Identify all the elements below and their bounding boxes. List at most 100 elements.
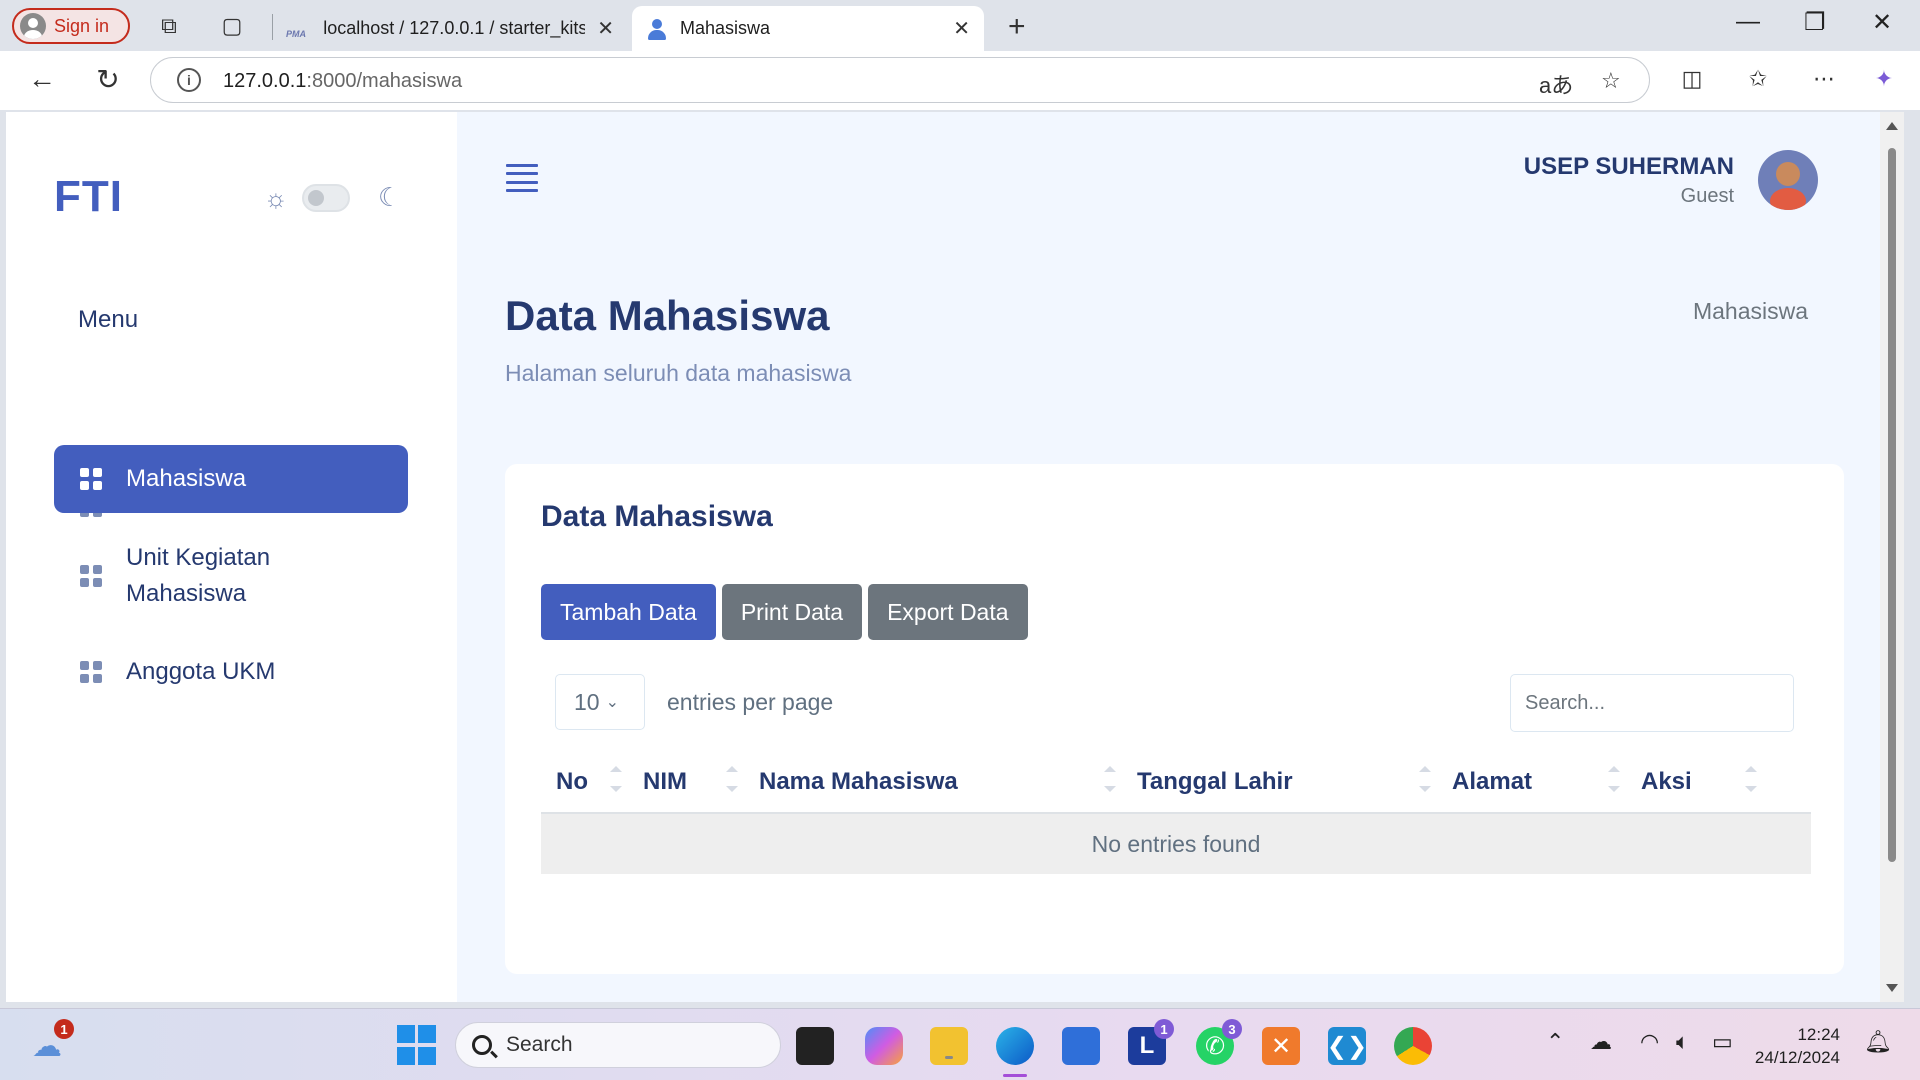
chrome-icon[interactable] bbox=[1394, 1027, 1432, 1065]
sign-in-button[interactable]: Sign in bbox=[12, 8, 130, 44]
translate-icon[interactable]: aあ bbox=[1539, 68, 1573, 100]
microsoft-store-icon[interactable] bbox=[1062, 1027, 1100, 1065]
datatable-length: 10 ⌄ entries per page bbox=[555, 674, 833, 730]
sort-icon bbox=[1745, 766, 1757, 792]
favorites-icon[interactable]: ✩ bbox=[1744, 65, 1772, 93]
taskbar-search-label: Search bbox=[506, 1033, 573, 1056]
close-window-icon[interactable]: ✕ bbox=[1872, 8, 1892, 37]
page-scrollbar[interactable] bbox=[1880, 112, 1904, 1002]
user-info: USEP SUHERMAN Guest bbox=[1524, 153, 1734, 208]
restore-icon[interactable]: ❐ bbox=[1804, 8, 1826, 37]
sort-icon bbox=[1608, 766, 1620, 792]
task-view-icon[interactable] bbox=[796, 1027, 834, 1065]
chevron-down-icon: ⌄ bbox=[605, 694, 619, 711]
vscode-icon[interactable]: ❮❯ bbox=[1327, 1027, 1367, 1065]
sort-icon bbox=[726, 766, 738, 792]
page-title: Data Mahasiswa bbox=[505, 292, 830, 339]
taskbar-search[interactable]: Search bbox=[455, 1022, 781, 1068]
back-arrow-icon[interactable]: ← bbox=[28, 63, 56, 94]
column-header-aksi[interactable]: Aksi bbox=[1626, 752, 1763, 812]
hamburger-menu-icon[interactable] bbox=[506, 164, 538, 192]
sign-in-label: Sign in bbox=[54, 15, 110, 36]
weather-icon[interactable]: ☁ 1 bbox=[28, 1019, 74, 1065]
close-tab-icon[interactable]: ✕ bbox=[953, 16, 970, 41]
column-header-tanggal-lahir[interactable]: Tanggal Lahir bbox=[1122, 752, 1437, 812]
add-data-button[interactable]: Tambah Data bbox=[541, 584, 716, 640]
copilot-app-icon[interactable] bbox=[865, 1027, 903, 1065]
scrollbar-thumb[interactable] bbox=[1888, 148, 1896, 862]
notification-badge: 1 bbox=[1154, 1019, 1174, 1039]
per-page-select[interactable]: 10 ⌄ bbox=[555, 674, 645, 730]
column-header-nim[interactable]: NIM bbox=[628, 752, 744, 812]
search-input[interactable] bbox=[1510, 674, 1794, 732]
new-tab-icon[interactable]: + bbox=[1008, 10, 1026, 44]
tab-actions-icon[interactable]: ▢ bbox=[218, 12, 246, 40]
favorite-star-icon[interactable]: ☆ bbox=[1601, 68, 1621, 94]
per-page-value: 10 bbox=[574, 688, 600, 715]
sun-icon: ☼ bbox=[264, 182, 288, 213]
clock-date: 24/12/2024 bbox=[1754, 1048, 1840, 1067]
url-text[interactable]: 127.0.0.1:8000/mahasiswa bbox=[223, 70, 462, 93]
windows-start-icon[interactable] bbox=[396, 1025, 436, 1065]
whatsapp-icon[interactable]: ✆ 3 bbox=[1196, 1019, 1242, 1065]
action-buttons: Tambah Data Print Data Export Data bbox=[541, 584, 1028, 640]
app-logo[interactable]: FTI bbox=[54, 172, 123, 222]
sort-icon bbox=[1104, 766, 1116, 792]
avatar[interactable] bbox=[1758, 150, 1818, 210]
sort-icon bbox=[1419, 766, 1431, 792]
notification-badge: 1 bbox=[54, 1019, 74, 1039]
empty-table-row: No entries found bbox=[541, 814, 1811, 874]
taskbar: ☁ 1 Search L 1 ✆ 3 ✕ ❮❯ ⌃ ☁ ◠ 🔈︎ ▭ 12:24… bbox=[0, 1008, 1920, 1080]
more-options-icon[interactable]: ⋯ bbox=[1810, 65, 1838, 93]
column-header-nama[interactable]: Nama Mahasiswa bbox=[744, 752, 1122, 812]
table-header: No NIM Nama Mahasiswa Tanggal Lahir Alam… bbox=[541, 752, 1811, 814]
wifi-icon[interactable]: ◠ bbox=[1640, 1029, 1659, 1055]
column-header-alamat[interactable]: Alamat bbox=[1437, 752, 1626, 812]
card-title: Data Mahasiswa bbox=[541, 500, 773, 533]
edge-browser-icon[interactable] bbox=[996, 1027, 1034, 1077]
students-table: No NIM Nama Mahasiswa Tanggal Lahir Alam… bbox=[541, 752, 1811, 874]
sidebar-item-label: Mahasiswa bbox=[126, 465, 247, 492]
tab-title: Mahasiswa bbox=[680, 18, 771, 38]
xampp-icon[interactable]: ✕ bbox=[1262, 1027, 1300, 1065]
url-field[interactable]: i 127.0.0.1:8000/mahasiswa aあ ☆ bbox=[150, 57, 1650, 103]
show-hidden-icons-icon[interactable]: ⌃ bbox=[1546, 1029, 1564, 1055]
battery-icon[interactable]: ▭ bbox=[1712, 1029, 1733, 1055]
close-tab-icon[interactable]: ✕ bbox=[597, 16, 614, 41]
site-info-icon[interactable]: i bbox=[177, 68, 201, 92]
user-icon bbox=[646, 18, 668, 40]
menu-title: Menu bbox=[78, 306, 139, 333]
file-explorer-icon[interactable] bbox=[930, 1027, 968, 1065]
workspaces-icon[interactable]: ⧉ bbox=[155, 12, 183, 40]
phpmyadmin-icon: PMA bbox=[286, 28, 306, 39]
page-subtitle: Halaman seluruh data mahasiswa bbox=[505, 360, 852, 386]
clock-time: 12:24 bbox=[1797, 1025, 1840, 1044]
sidebar-item-ukm[interactable]: Unit Kegiatan Mahasiswa bbox=[54, 530, 408, 622]
user-menu[interactable]: USEP SUHERMAN Guest bbox=[1524, 150, 1818, 210]
split-screen-icon[interactable]: ◫ bbox=[1678, 65, 1706, 93]
onedrive-icon[interactable]: ☁ bbox=[1590, 1029, 1612, 1055]
tab-mahasiswa[interactable]: Mahasiswa ✕ bbox=[632, 6, 984, 51]
column-header-no[interactable]: No bbox=[541, 752, 628, 812]
l-app-icon[interactable]: L 1 bbox=[1128, 1019, 1174, 1065]
per-page-label: entries per page bbox=[667, 688, 834, 715]
taskbar-clock[interactable]: 12:24 24/12/2024 bbox=[1755, 1023, 1840, 1069]
volume-icon[interactable]: 🔈︎ bbox=[1676, 1029, 1689, 1055]
user-name: USEP SUHERMAN bbox=[1523, 152, 1734, 180]
sidebar-item-anggota-ukm[interactable]: Anggota UKM bbox=[54, 636, 408, 708]
web-page: FTI ☼ ☾ Menu Home Mahasiswa Unit Kegiata… bbox=[6, 112, 1880, 1002]
export-data-button[interactable]: Export Data bbox=[868, 584, 1028, 640]
scroll-down-arrow-icon[interactable] bbox=[1886, 984, 1898, 992]
scroll-up-arrow-icon[interactable] bbox=[1886, 122, 1898, 130]
grid-icon bbox=[80, 565, 102, 587]
copilot-icon[interactable]: ✦ bbox=[1870, 65, 1898, 93]
breadcrumb[interactable]: Mahasiswa bbox=[1693, 298, 1808, 325]
sidebar-item-mahasiswa[interactable]: Mahasiswa bbox=[54, 445, 408, 513]
minimize-icon[interactable]: — bbox=[1736, 8, 1760, 36]
dark-mode-switch[interactable] bbox=[302, 183, 350, 212]
refresh-icon[interactable]: ↻ bbox=[94, 64, 122, 95]
moon-icon: ☾ bbox=[378, 182, 402, 212]
tab-phpmyadmin[interactable]: PMA localhost / 127.0.0.1 / starter_kits… bbox=[272, 6, 628, 51]
notification-bell-icon[interactable]: 🔔︎ bbox=[1864, 1029, 1892, 1055]
print-data-button[interactable]: Print Data bbox=[721, 584, 863, 640]
